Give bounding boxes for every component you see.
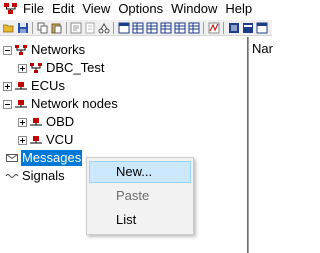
network-node-icon	[29, 134, 43, 146]
tree-item-label: ECUs	[31, 78, 65, 93]
list-icon[interactable]	[242, 22, 254, 34]
grid-icon[interactable]	[160, 22, 172, 34]
toolbar-separator	[66, 22, 67, 34]
tree-item-vcu[interactable]: VCU	[18, 131, 74, 149]
message-icon	[5, 152, 19, 164]
network-node-icon	[29, 116, 43, 128]
collapse-icon[interactable]	[3, 45, 12, 55]
toolbar	[0, 20, 272, 36]
tree-item-label: Signals	[22, 168, 65, 183]
menu-options[interactable]: Options	[114, 0, 167, 17]
grid-icon[interactable]	[188, 22, 200, 34]
tree-item-messages[interactable]: Messages	[5, 149, 83, 167]
tree-item-label: OBD	[46, 114, 75, 129]
grid-icon[interactable]	[174, 22, 186, 34]
column-header-name[interactable]: Nar	[252, 41, 273, 56]
collapse-icon[interactable]	[3, 99, 12, 109]
ecu-icon	[14, 80, 28, 92]
cut-icon[interactable]	[84, 22, 96, 34]
network-tree-icon	[29, 62, 43, 74]
expand-icon[interactable]	[3, 81, 12, 91]
toolbar-separator	[223, 22, 224, 34]
signal-icon[interactable]	[208, 22, 220, 34]
open-folder-icon[interactable]	[2, 22, 15, 34]
menu-bar: File Edit View Options Window Help	[0, 0, 272, 17]
context-menu: New... Paste List	[86, 157, 194, 235]
tree-item-obd[interactable]: OBD	[18, 113, 75, 131]
tree-item-dbc-test[interactable]: DBC_Test	[18, 59, 106, 77]
menu-item-list[interactable]: List	[89, 209, 191, 231]
signal-icon	[5, 170, 19, 182]
paste-icon[interactable]	[51, 22, 63, 34]
toolbar-separator	[113, 22, 114, 34]
menu-item-new[interactable]: New...	[89, 161, 191, 183]
list-icon[interactable]	[256, 22, 268, 34]
network-icon[interactable]	[98, 22, 110, 34]
tree-item-label: Messages	[21, 150, 83, 166]
tree-item-label: DBC_Test	[46, 60, 105, 75]
copy-icon[interactable]	[37, 22, 49, 34]
tree-item-label: VCU	[46, 132, 74, 147]
tree-item-signals[interactable]: Signals	[5, 167, 66, 185]
tree-item-label: Networks	[31, 42, 86, 57]
menu-edit[interactable]: Edit	[48, 0, 78, 17]
network-tree-icon	[3, 2, 19, 16]
properties-icon[interactable]	[70, 22, 82, 34]
toolbar-separator	[203, 22, 204, 34]
expand-icon[interactable]	[18, 135, 27, 145]
grid-icon[interactable]	[132, 22, 144, 34]
expand-icon[interactable]	[18, 117, 27, 127]
tree-item-ecus[interactable]: ECUs	[3, 77, 66, 95]
network-tree-icon	[14, 44, 28, 56]
menu-view[interactable]: View	[78, 0, 114, 17]
network-node-icon	[14, 98, 28, 110]
table-icon[interactable]	[118, 22, 130, 34]
list-icon[interactable]	[228, 22, 240, 34]
save-icon[interactable]	[17, 22, 29, 34]
tree-item-network-nodes[interactable]: Network nodes	[3, 95, 119, 113]
grid-icon[interactable]	[146, 22, 158, 34]
toolbar-separator	[32, 22, 33, 34]
menu-item-paste[interactable]: Paste	[89, 185, 191, 207]
detail-pane: Nar	[249, 37, 273, 253]
menu-window[interactable]: Window	[167, 0, 221, 17]
expand-icon[interactable]	[18, 63, 27, 73]
tree-item-label: Network nodes	[31, 96, 118, 111]
tree-item-networks[interactable]: Networks	[3, 41, 86, 59]
menu-help[interactable]: Help	[221, 0, 256, 17]
menu-file[interactable]: File	[21, 0, 48, 17]
